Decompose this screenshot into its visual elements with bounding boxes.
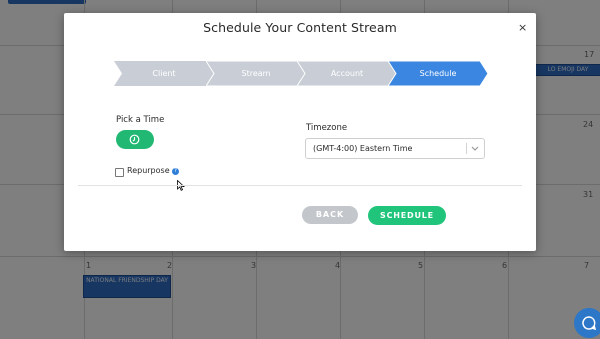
pick-time-label: Pick a Time	[116, 115, 165, 125]
chevron-down-icon[interactable]	[470, 144, 480, 153]
chat-button[interactable]	[574, 308, 600, 338]
repurpose-checkbox[interactable]	[115, 168, 124, 177]
modal-divider	[78, 185, 522, 186]
timezone-label: Timezone	[306, 123, 348, 133]
step-label: Account	[330, 69, 364, 78]
close-icon[interactable]: ×	[518, 21, 527, 34]
step-schedule[interactable]: Schedule	[388, 61, 488, 86]
repurpose-label: Repurpose	[127, 166, 170, 175]
timezone-select[interactable]: (GMT-4:00) Eastern Time	[305, 138, 485, 159]
back-button[interactable]: BACK	[302, 206, 358, 224]
stepper: Client Stream Account Schedule	[114, 61, 488, 86]
step-stream[interactable]: Stream	[206, 61, 306, 86]
modal-title: Schedule Your Content Stream	[203, 20, 397, 35]
help-icon[interactable]: ?	[172, 168, 179, 175]
step-client[interactable]: Client	[114, 61, 214, 86]
schedule-button[interactable]: SCHEDULE	[368, 206, 446, 225]
select-divider	[466, 143, 467, 154]
step-label: Schedule	[419, 69, 457, 78]
step-label: Stream	[241, 69, 271, 78]
step-label: Client	[152, 69, 176, 78]
timezone-value: (GMT-4:00) Eastern Time	[313, 144, 413, 153]
step-account[interactable]: Account	[297, 61, 397, 86]
pick-time-button[interactable]	[116, 130, 154, 149]
chat-icon	[582, 316, 597, 331]
schedule-modal: Schedule Your Content Stream × Client St…	[64, 13, 536, 251]
clock-icon	[129, 134, 140, 145]
